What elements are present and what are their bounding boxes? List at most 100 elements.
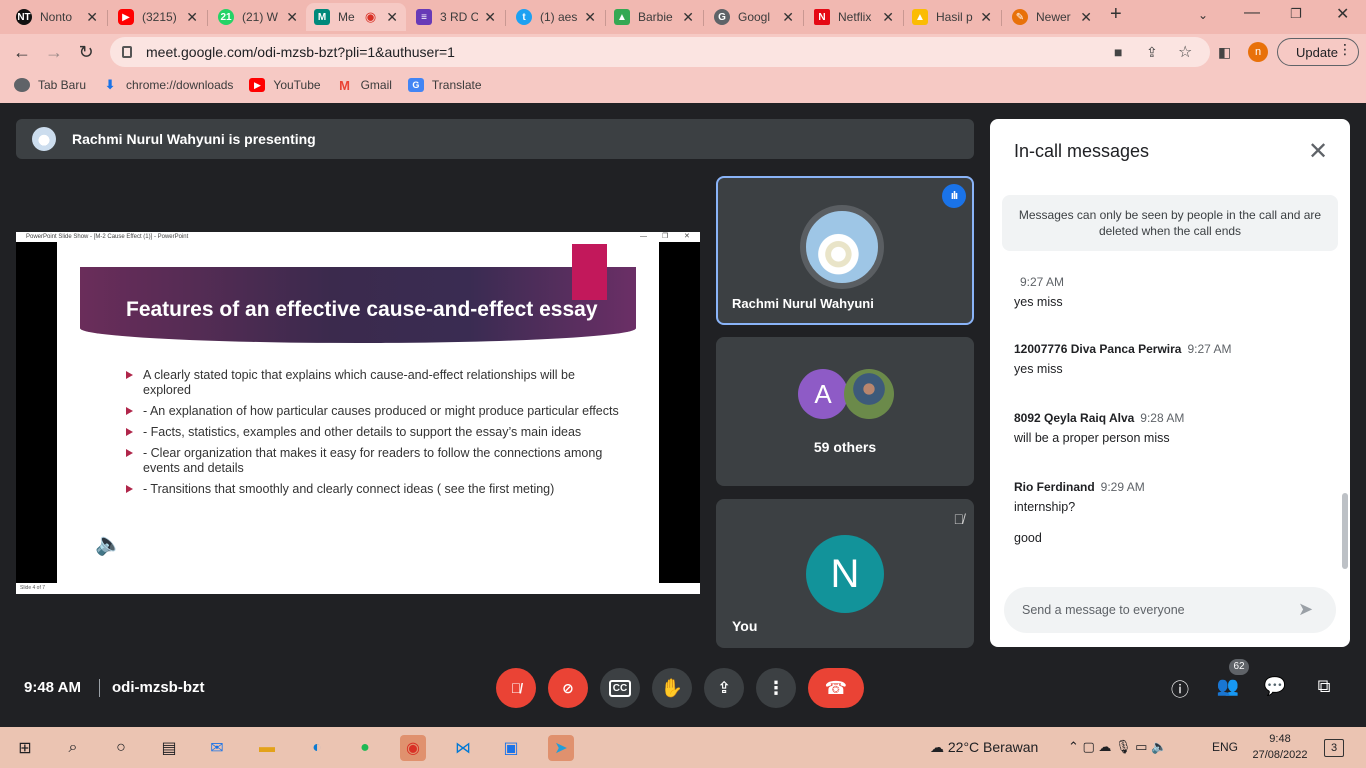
system-tray-icons[interactable]: ⌃ ▢ ☁ 🎙 ▭ 🔈 bbox=[1068, 739, 1167, 755]
tab-title: Barbie bbox=[638, 10, 673, 24]
raise-hand-button[interactable]: ✋ bbox=[652, 668, 692, 708]
participant-tile-self[interactable]: 🎙̸ N You bbox=[716, 499, 974, 648]
tab-whatsapp[interactable]: 21 (21) W ✕ bbox=[210, 3, 306, 31]
captions-icon: CC bbox=[608, 679, 632, 697]
taskbar-clock[interactable]: 9:48 27/08/2022 bbox=[1250, 731, 1310, 763]
tab-close-icon[interactable]: ✕ bbox=[386, 9, 398, 26]
mic-off-button[interactable]: 🎙̸ bbox=[496, 668, 536, 708]
url-input[interactable]: meet.google.com/odi-mzsb-bzt?pli=1&authu… bbox=[110, 37, 1210, 67]
camera-icon[interactable]: ■ bbox=[1114, 44, 1122, 60]
search-icon[interactable]: ⌕ bbox=[60, 735, 86, 761]
bookmark-tab-baru[interactable]: Tab Baru bbox=[14, 78, 86, 92]
slide-bullets: A clearly stated topic that explains whi… bbox=[126, 368, 626, 503]
bullet-text: - Facts, statistics, examples and other … bbox=[143, 425, 582, 439]
meet-icon: M bbox=[314, 9, 330, 25]
tab-close-icon[interactable]: ✕ bbox=[286, 9, 298, 26]
present-button[interactable]: ⇪ bbox=[704, 668, 744, 708]
window-close-icon[interactable]: ✕ bbox=[1336, 4, 1349, 24]
youtube-icon: ▶ bbox=[249, 78, 266, 92]
mail-icon[interactable]: ✉ bbox=[204, 735, 230, 761]
tab-google[interactable]: G Googl ✕ bbox=[706, 3, 802, 31]
task-view-icon[interactable]: ▤ bbox=[156, 735, 182, 761]
bookmark-downloads[interactable]: ⬇ chrome://downloads bbox=[102, 77, 234, 92]
tab-close-icon[interactable]: ✕ bbox=[980, 9, 992, 26]
back-icon[interactable]: ← bbox=[10, 40, 34, 64]
taskbar-time: 9:48 bbox=[1269, 733, 1291, 745]
tab-close-icon[interactable]: ✕ bbox=[86, 9, 98, 26]
tab-youtube[interactable]: ▶ (3215) ✕ bbox=[110, 3, 206, 31]
update-button[interactable]: Update ⋮ bbox=[1277, 38, 1359, 66]
tab-close-icon[interactable]: ✕ bbox=[1080, 9, 1092, 26]
tab-close-icon[interactable]: ✕ bbox=[584, 9, 596, 26]
tab-netflix[interactable]: N Netflix ✕ bbox=[806, 3, 902, 31]
presenter-avatar bbox=[32, 127, 56, 151]
minimize-icon: — bbox=[640, 233, 647, 240]
spotify-icon[interactable]: ● bbox=[352, 735, 378, 761]
bookmark-gmail[interactable]: M Gmail bbox=[337, 78, 392, 93]
tab-close-icon[interactable]: ✕ bbox=[782, 9, 794, 26]
tab-forms[interactable]: ≡ 3 RD C ✕ bbox=[408, 3, 504, 31]
self-avatar: N bbox=[806, 535, 884, 613]
people-icon[interactable]: 👥 bbox=[1216, 676, 1240, 697]
tab-drive-barbie[interactable]: ▲ Barbie ✕ bbox=[606, 3, 702, 31]
notification-center-icon[interactable]: 3 bbox=[1324, 739, 1344, 757]
tab-search-icon[interactable]: ⌄ bbox=[1198, 8, 1208, 22]
tab-twitter[interactable]: t (1) aes ✕ bbox=[508, 3, 604, 31]
bookmark-translate[interactable]: G Translate bbox=[407, 78, 482, 92]
tab-close-icon[interactable]: ✕ bbox=[186, 9, 198, 26]
bookmark-youtube[interactable]: ▶ YouTube bbox=[249, 78, 321, 92]
telegram-icon[interactable]: ➤ bbox=[548, 735, 574, 761]
weather-widget[interactable]: ☁ 22°C Berawan bbox=[930, 739, 1038, 756]
chat-message: Rio Ferdinand 9:29 AM internship? bbox=[1014, 480, 1334, 514]
sidepanel-icon[interactable]: ◧ bbox=[1218, 44, 1231, 61]
chrome-icon[interactable]: ◉ bbox=[400, 735, 426, 761]
minimize-icon[interactable]: — bbox=[1244, 4, 1260, 22]
info-icon[interactable]: ⓘ bbox=[1168, 676, 1192, 702]
tab-meet[interactable]: M Me ◉ ✕ bbox=[306, 3, 406, 31]
windows-start-icon[interactable]: ⊞ bbox=[12, 735, 38, 761]
close-icon[interactable]: ✕ bbox=[1308, 137, 1328, 166]
bookmark-label: Gmail bbox=[360, 78, 392, 92]
chat-message-input[interactable]: Send a message to everyone bbox=[1004, 587, 1336, 633]
input-language[interactable]: ENG bbox=[1212, 740, 1238, 754]
reload-icon[interactable]: ↻ bbox=[74, 40, 98, 64]
vscode-icon[interactable]: ⋈ bbox=[450, 735, 476, 761]
chat-scrollbar[interactable] bbox=[1342, 493, 1348, 569]
cortana-icon[interactable]: ○ bbox=[108, 735, 134, 761]
photos-icon[interactable]: ▣ bbox=[498, 735, 524, 761]
tab-drive-hasil[interactable]: ▲ Hasil p ✕ bbox=[904, 3, 1000, 31]
restore-icon[interactable]: ❐ bbox=[1290, 6, 1302, 22]
tab-close-icon[interactable]: ✕ bbox=[484, 9, 496, 26]
bookmark-label: Tab Baru bbox=[38, 78, 87, 92]
participant-tile-presenter[interactable]: ılı Rachmi Nurul Wahyuni bbox=[716, 176, 974, 325]
tab-separator bbox=[1001, 10, 1002, 26]
tab-close-icon[interactable]: ✕ bbox=[882, 9, 894, 26]
participant-tile-others[interactable]: A 59 others bbox=[716, 337, 974, 486]
chat-notice: Messages can only be seen by people in t… bbox=[1002, 195, 1338, 251]
tab-title: (1) aes bbox=[540, 10, 578, 24]
lock-icon bbox=[122, 46, 132, 58]
url-text: meet.google.com/odi-mzsb-bzt?pli=1&authu… bbox=[146, 44, 455, 60]
more-options-button[interactable]: ⋮ bbox=[756, 668, 796, 708]
tab-newer[interactable]: ✎ Newer ✕ bbox=[1004, 3, 1100, 31]
message-text: internship? bbox=[1014, 500, 1076, 514]
message-header: Rio Ferdinand 9:29 AM bbox=[1014, 480, 1334, 494]
profile-avatar[interactable]: n bbox=[1248, 42, 1268, 62]
new-tab-icon[interactable]: + bbox=[1110, 3, 1122, 26]
chat-icon[interactable]: 💬 bbox=[1263, 676, 1287, 697]
camera-off-button[interactable]: ⊘ bbox=[548, 668, 588, 708]
tab-separator bbox=[703, 10, 704, 26]
send-icon[interactable]: ➤ bbox=[1298, 599, 1313, 620]
whatsapp-icon: 21 bbox=[218, 9, 234, 25]
captions-button[interactable]: CC bbox=[600, 668, 640, 708]
activities-icon[interactable]: ⧉ bbox=[1312, 676, 1336, 697]
share-icon[interactable]: ⇪ bbox=[1146, 44, 1158, 61]
leave-call-button[interactable]: ☎ bbox=[808, 668, 864, 708]
file-explorer-icon[interactable]: ▬ bbox=[254, 735, 280, 761]
tab-nonto[interactable]: NT Nonto ✕ bbox=[8, 3, 106, 31]
tab-close-icon[interactable]: ✕ bbox=[682, 9, 694, 26]
edge-icon[interactable]: ◐ bbox=[304, 735, 330, 761]
forward-icon[interactable]: → bbox=[42, 40, 66, 64]
mic-off-icon: 🎙̸ bbox=[953, 511, 965, 527]
bookmark-star-icon[interactable]: ☆ bbox=[1178, 42, 1192, 62]
